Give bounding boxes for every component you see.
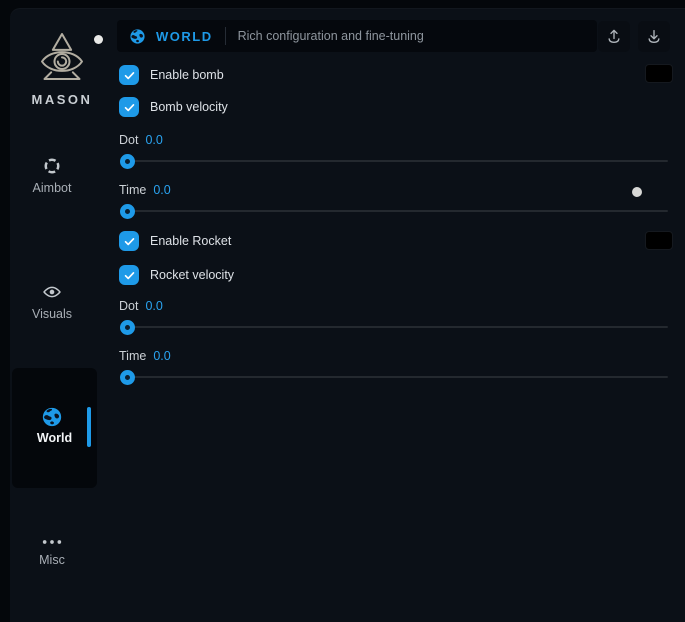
checkbox-checked-icon[interactable] [119,97,139,117]
page-title: WORLD [156,29,213,44]
crosshair-icon [42,156,62,176]
rocket-velocity-toggle[interactable]: Rocket velocity [119,265,234,285]
toggle-label: Rocket velocity [150,268,234,282]
slider-value: 0.0 [153,183,170,197]
globe-icon [129,28,146,45]
brand-name: MASON [18,92,106,107]
eye-icon [42,282,62,302]
active-indicator-bar [87,407,91,447]
rocket-color-swatch[interactable] [645,231,673,250]
header-divider [225,27,226,45]
import-config-button[interactable] [638,21,670,52]
app-window: MASON Aimbot Visuals World [10,8,685,622]
checkbox-checked-icon[interactable] [119,265,139,285]
sidebar-item-label: Aimbot [33,181,72,195]
rocket-dot-slider-track[interactable] [120,326,668,328]
bomb-velocity-toggle[interactable]: Bomb velocity [119,97,228,117]
sidebar-item-aimbot[interactable]: Aimbot [10,156,94,195]
sidebar-item-label: Visuals [32,307,72,321]
cursor-dot [94,35,103,44]
rocket-dot-slider-label: Dot 0.0 [119,299,163,313]
slider-value: 0.0 [145,299,162,313]
toggle-label: Bomb velocity [150,100,228,114]
export-config-button[interactable] [598,21,630,52]
bomb-color-swatch[interactable] [645,64,673,83]
globe-icon [41,406,63,428]
bomb-dot-slider-label: Dot 0.0 [119,133,163,147]
slider-name: Time [119,183,146,197]
bomb-time-slider-label: Time 0.0 [119,183,171,197]
slider-value: 0.0 [145,133,162,147]
sidebar-item-world[interactable]: World [12,368,97,488]
rocket-time-slider-knob[interactable] [120,370,135,385]
ellipsis-icon [41,536,63,548]
bomb-dot-slider-knob[interactable] [120,154,135,169]
sidebar-item-label: World [12,431,97,445]
toggle-label: Enable bomb [150,68,224,82]
slider-name: Time [119,349,146,363]
bomb-time-slider-knob[interactable] [120,204,135,219]
sidebar-item-visuals[interactable]: Visuals [10,282,94,321]
enable-rocket-toggle[interactable]: Enable Rocket [119,231,231,251]
mason-eye-logo-icon [32,30,92,88]
download-icon [645,28,663,46]
slider-name: Dot [119,299,138,313]
panel-header: WORLD Rich configuration and fine-tuning [117,20,597,52]
sidebar-item-label: Misc [39,553,65,567]
upload-icon [605,28,623,46]
slider-name: Dot [119,133,138,147]
bomb-dot-slider-track[interactable] [120,160,668,162]
sidebar-item-misc[interactable]: Misc [10,536,94,567]
page-subtitle: Rich configuration and fine-tuning [238,29,424,43]
checkbox-checked-icon[interactable] [119,231,139,251]
enable-bomb-toggle[interactable]: Enable bomb [119,65,224,85]
rocket-dot-slider-knob[interactable] [120,320,135,335]
cursor-dot [632,187,642,197]
checkbox-checked-icon[interactable] [119,65,139,85]
bomb-time-slider-track[interactable] [120,210,668,212]
rocket-time-slider-label: Time 0.0 [119,349,171,363]
slider-value: 0.0 [153,349,170,363]
toggle-label: Enable Rocket [150,234,231,248]
rocket-time-slider-track[interactable] [120,376,668,378]
app-root: MASON Aimbot Visuals World [0,0,685,622]
